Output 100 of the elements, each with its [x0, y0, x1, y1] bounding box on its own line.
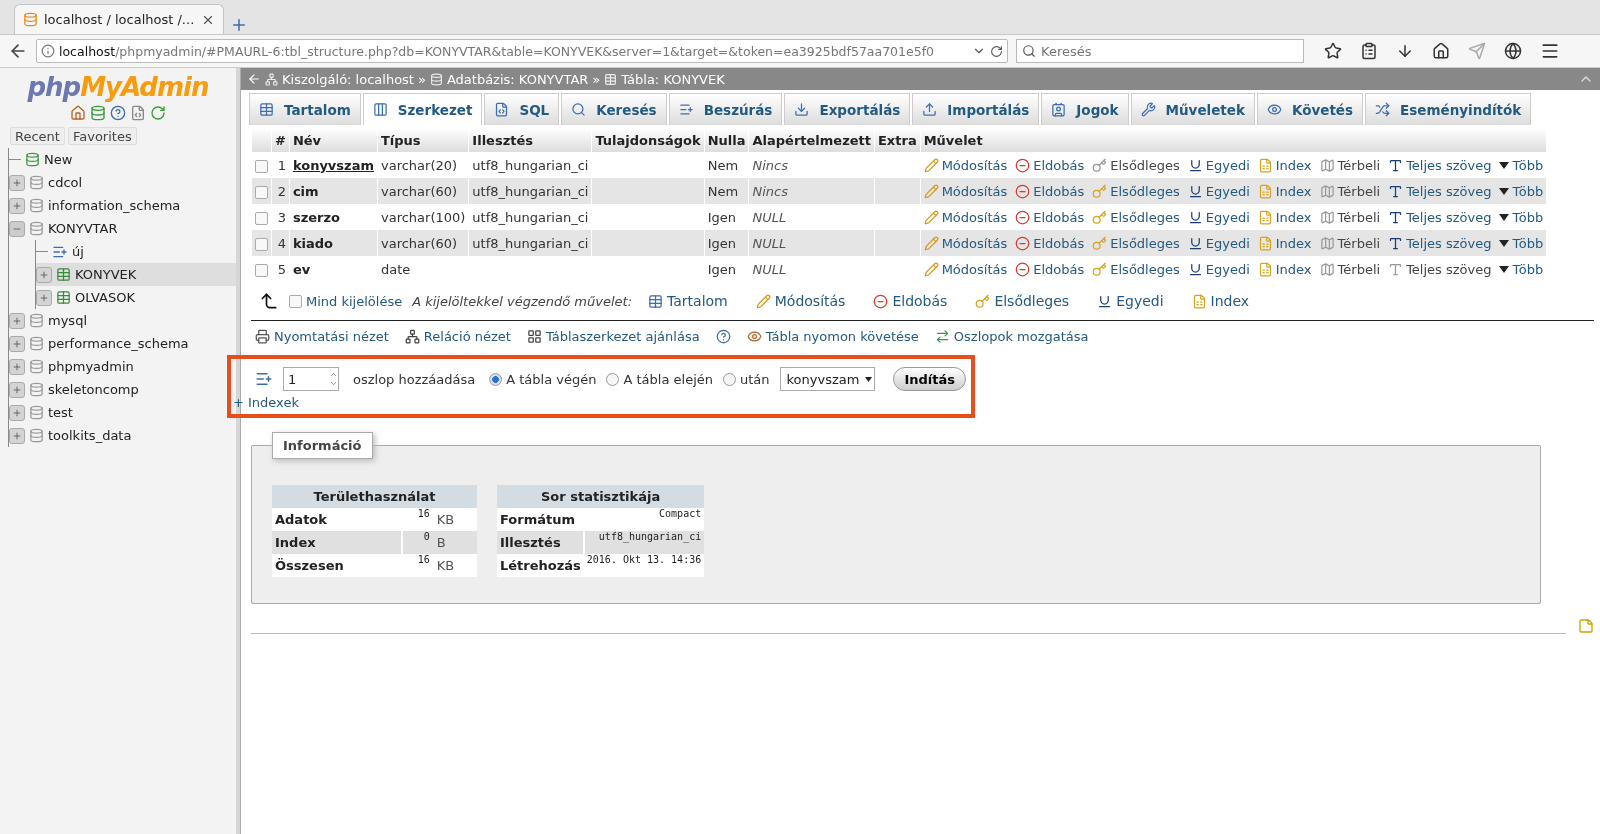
action-link[interactable]: Eldobás: [1015, 235, 1085, 251]
breadcrumb-link[interactable]: Adatbázis: KONYVTAR: [446, 71, 589, 87]
breadcrumb-link[interactable]: Tábla: KONYVEK: [621, 71, 725, 87]
tab[interactable]: Tartalom: [249, 93, 361, 125]
globe-icon[interactable]: [1504, 42, 1522, 60]
action-link[interactable]: Több: [1499, 261, 1544, 277]
action-link[interactable]: Több: [1499, 209, 1544, 225]
action-link[interactable]: Index: [1257, 235, 1312, 251]
tab[interactable]: Követés: [1256, 93, 1364, 125]
bulk-action-link[interactable]: Elsődleges: [975, 293, 1070, 309]
action-link[interactable]: Index: [1257, 261, 1312, 277]
menu-icon[interactable]: [1540, 41, 1560, 61]
action-link[interactable]: Módosítás: [923, 261, 1008, 277]
bulk-action-link[interactable]: Eldobás: [873, 293, 948, 309]
action-link[interactable]: Elsődleges: [1092, 261, 1180, 277]
radio-option[interactable]: A tábla elején: [606, 371, 713, 387]
view-link[interactable]: Táblaszerkezet ajánlása: [526, 328, 700, 344]
radio-option[interactable]: A tábla végén: [489, 371, 597, 387]
action-link[interactable]: Elsődleges: [1092, 209, 1180, 225]
action-link[interactable]: Egyedi: [1187, 157, 1250, 173]
checkbox[interactable]: [255, 237, 268, 251]
action-link[interactable]: Teljes szöveg: [1388, 183, 1492, 199]
go-button[interactable]: Indítás: [893, 367, 966, 391]
tab[interactable]: Jogok: [1041, 93, 1129, 125]
sidebar-tab[interactable]: Recent: [10, 127, 65, 145]
bulk-action-link[interactable]: Tartalom: [648, 293, 728, 309]
view-link[interactable]: Nyomtatási nézet: [255, 328, 389, 344]
tab[interactable]: Eseményindítók: [1365, 93, 1532, 125]
browser-tab[interactable]: localhost / localhost /...: [14, 4, 224, 34]
action-link[interactable]: Több: [1499, 183, 1544, 199]
view-link[interactable]: Oszlopok mozgatása: [934, 328, 1089, 344]
tree-item[interactable]: performance_schema: [48, 336, 189, 351]
clipboard-icon[interactable]: [1360, 42, 1378, 60]
column-select[interactable]: konyvszam: [779, 367, 876, 391]
tree-item[interactable]: új: [72, 244, 84, 259]
action-link[interactable]: Módosítás: [923, 157, 1008, 173]
search-field[interactable]: Keresés: [1016, 39, 1304, 63]
indexes-link[interactable]: + Indexek: [233, 395, 299, 410]
send-icon[interactable]: [1468, 42, 1486, 60]
action-link[interactable]: Index: [1257, 209, 1312, 225]
action-link[interactable]: Elsődleges: [1092, 235, 1180, 251]
breadcrumb-link[interactable]: Kiszolgáló: localhost: [282, 71, 414, 87]
document-icon[interactable]: [130, 105, 146, 121]
home-icon[interactable]: [1432, 42, 1450, 60]
bulk-action-link[interactable]: Index: [1191, 293, 1250, 309]
tree-item[interactable]: KONYVTAR: [48, 221, 118, 236]
checkbox[interactable]: [255, 159, 268, 173]
checkbox[interactable]: [255, 211, 268, 225]
action-link[interactable]: Módosítás: [923, 209, 1008, 225]
bulk-action-link[interactable]: Egyedi: [1097, 293, 1164, 309]
radio-option[interactable]: után: [723, 371, 770, 387]
tree-item[interactable]: mysql: [48, 313, 87, 328]
action-link[interactable]: Eldobás: [1015, 157, 1085, 173]
address-field[interactable]: localhost/phpmyadmin/#PMAURL-6:tbl_structure.php?db=KONYVTAR&table=KONYVEK&server=1&target=&token=ea3925bdf57aa701e5f0: [36, 39, 1008, 63]
view-link[interactable]: Tábla nyomon követése: [746, 328, 919, 344]
view-link[interactable]: Reláció nézet: [404, 328, 511, 344]
tab[interactable]: Exportálás: [784, 93, 911, 125]
action-link[interactable]: Teljes szöveg: [1388, 235, 1492, 251]
action-link[interactable]: Egyedi: [1187, 261, 1250, 277]
tree-item[interactable]: cdcol: [48, 175, 83, 190]
note-icon[interactable]: [1578, 618, 1594, 634]
sidebar-tab[interactable]: Favorites: [67, 127, 137, 145]
tree-item[interactable]: phpmyadmin: [48, 359, 134, 374]
bulk-action-link[interactable]: Módosítás: [755, 293, 846, 309]
action-link[interactable]: Eldobás: [1015, 261, 1085, 277]
action-link[interactable]: Egyedi: [1187, 209, 1250, 225]
action-link[interactable]: Több: [1499, 157, 1544, 173]
action-link[interactable]: Teljes szöveg: [1388, 209, 1492, 225]
action-link[interactable]: Index: [1257, 183, 1312, 199]
number-field[interactable]: 1: [283, 367, 339, 391]
expand-icon[interactable]: [9, 358, 25, 375]
checkbox[interactable]: [255, 263, 268, 277]
action-link[interactable]: Egyedi: [1187, 235, 1250, 251]
action-link[interactable]: Eldobás: [1015, 183, 1085, 199]
action-link[interactable]: Módosítás: [923, 235, 1008, 251]
expand-icon[interactable]: [9, 427, 25, 444]
collapse-icon[interactable]: [9, 220, 25, 237]
action-link[interactable]: Egyedi: [1187, 183, 1250, 199]
tree-item[interactable]: information_schema: [48, 198, 181, 213]
tab[interactable]: Importálás: [912, 93, 1040, 125]
tree-item[interactable]: test: [48, 405, 73, 420]
database-icon[interactable]: [90, 105, 106, 121]
reload-icon[interactable]: [990, 44, 1003, 58]
tab[interactable]: Szerkezet: [362, 93, 483, 125]
expand-icon[interactable]: [9, 197, 25, 214]
select-all-checkbox[interactable]: Mind kijelölése: [289, 293, 403, 309]
download-icon[interactable]: [1396, 42, 1414, 60]
expand-icon[interactable]: [9, 381, 25, 398]
selected-tree-row[interactable]: KONYVEK: [36, 263, 236, 286]
tree-item[interactable]: toolkits_data: [48, 428, 132, 443]
tree-item[interactable]: skeletoncomp: [48, 382, 139, 397]
tab[interactable]: SQL: [484, 93, 560, 125]
new-tab-icon[interactable]: [230, 16, 248, 34]
action-link[interactable]: Több: [1499, 235, 1544, 251]
tree-item[interactable]: OLVASOK: [75, 290, 135, 305]
tab[interactable]: Beszúrás: [668, 93, 783, 125]
tree-item[interactable]: KONYVEK: [75, 267, 137, 282]
help-link[interactable]: [715, 328, 731, 344]
expand-icon[interactable]: [36, 289, 52, 306]
tree-item[interactable]: New: [44, 152, 73, 167]
